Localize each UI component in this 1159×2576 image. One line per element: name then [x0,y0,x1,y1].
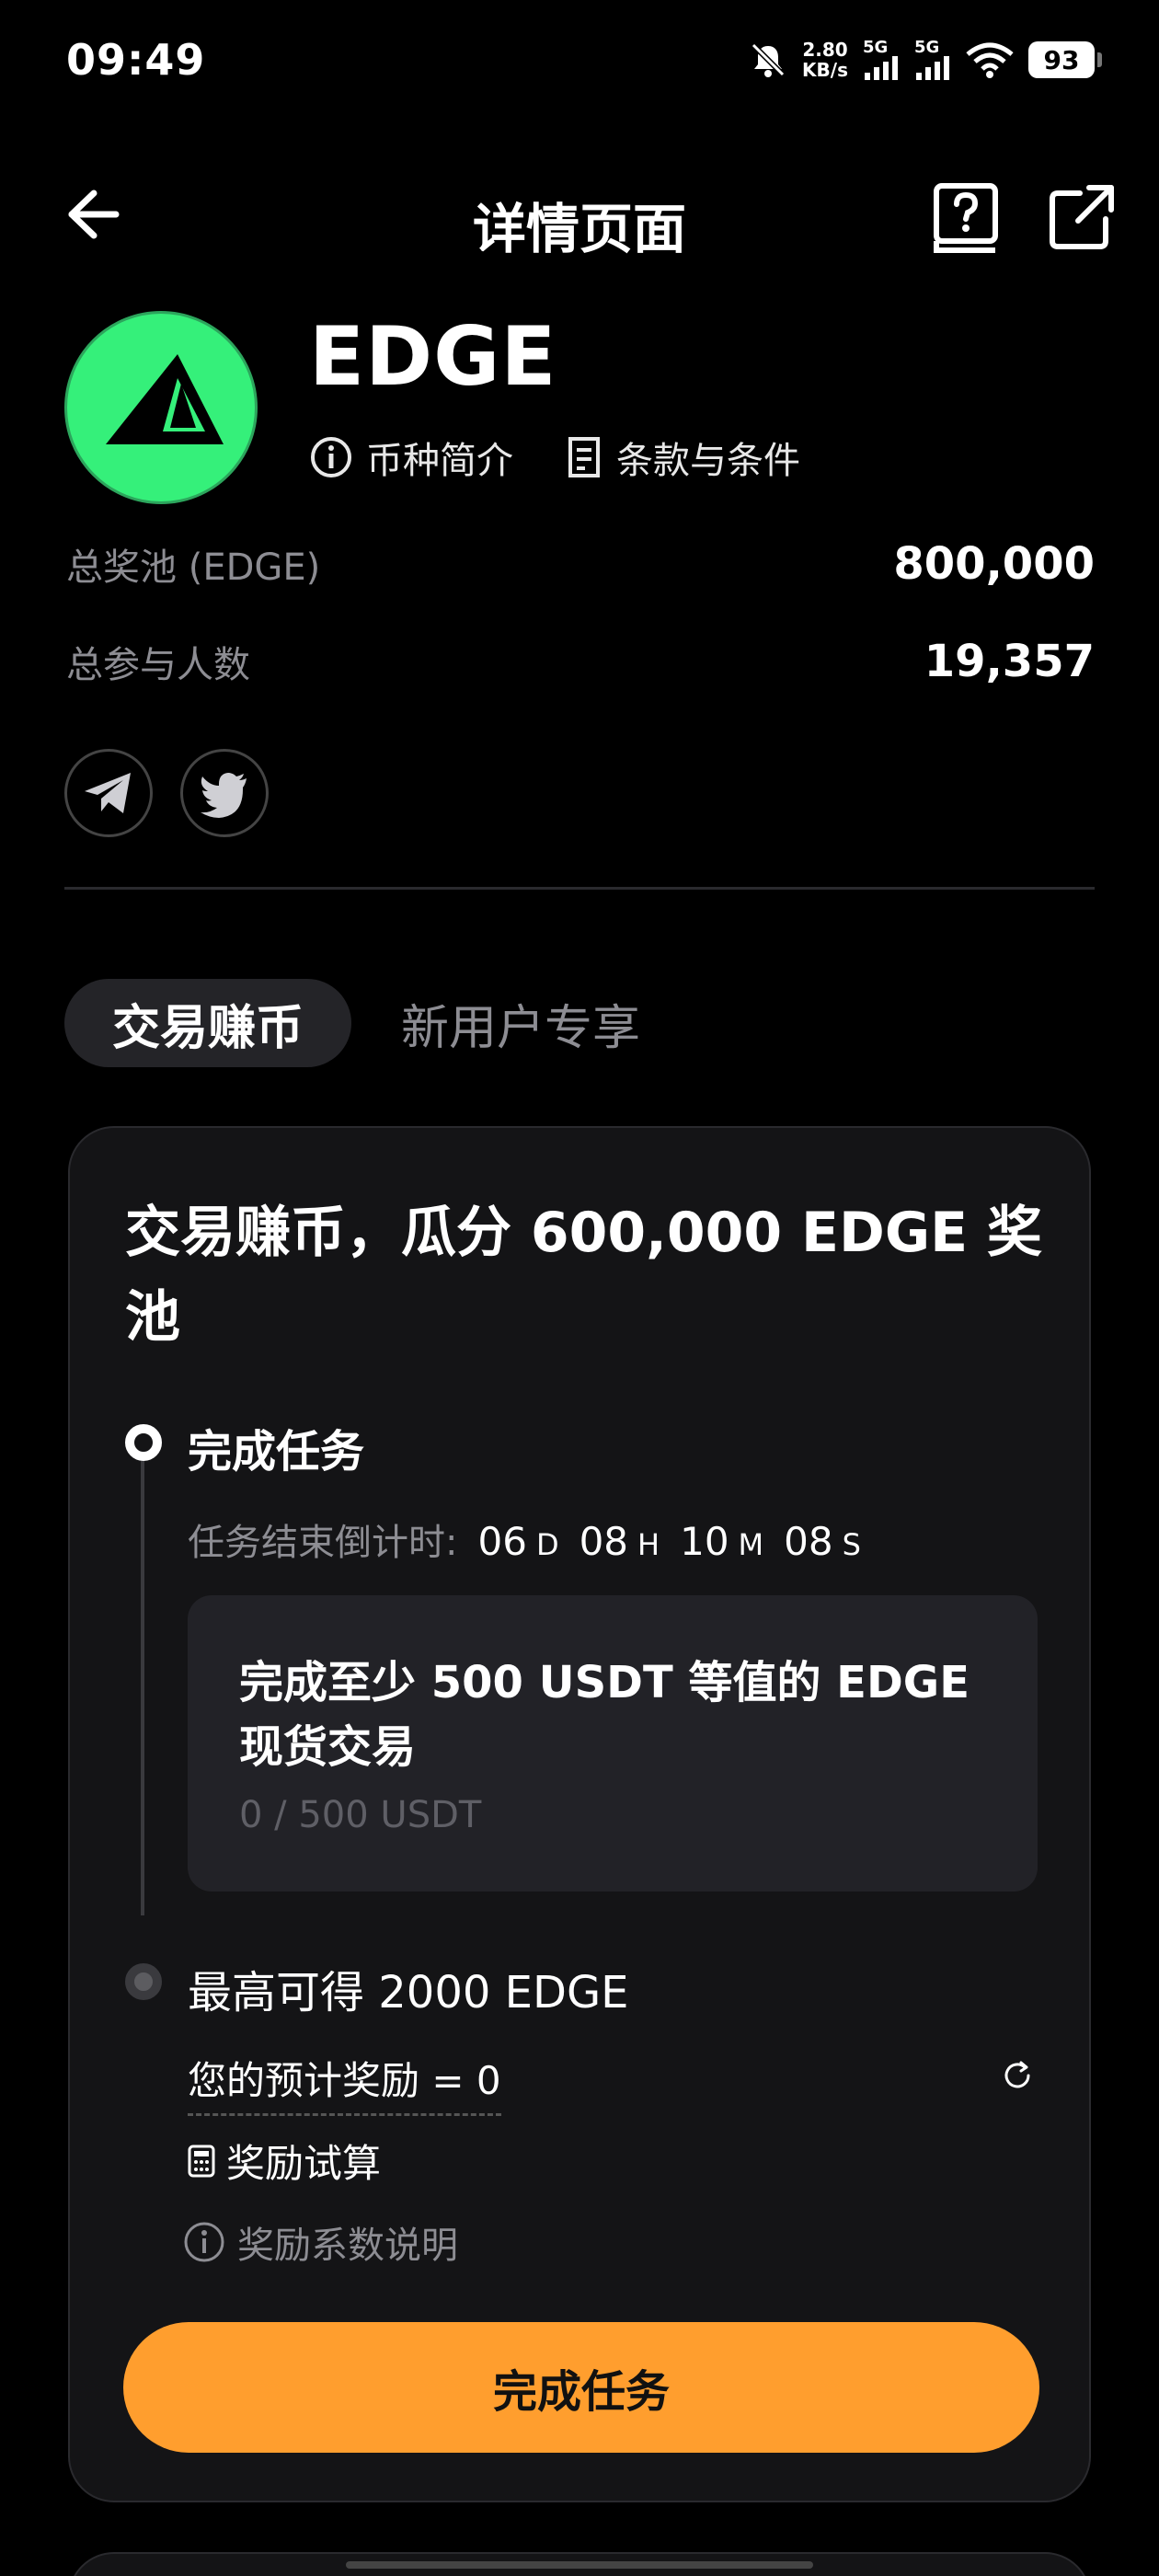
signal-bars-icon [916,56,949,80]
net-speed: 2.80 KB/s [802,40,848,80]
coin-name: EDGE [309,309,557,404]
twitter-button[interactable] [180,749,269,837]
stat-participants: 总参与人数 19,357 [66,635,1095,688]
task-box: 完成至少 500 USDT 等值的 EDGE 现货交易 0 / 500 USDT [188,1595,1038,1892]
signal-sim1: 5G [863,40,900,80]
countdown-days: 06 [477,1519,527,1564]
net-speed-value: 2.80 [802,39,848,61]
reward-factor-label: 奖励系数说明 [237,2225,458,2267]
status-icons: 2.80 KB/s 5G 5G 93 [749,37,1102,83]
complete-task-button[interactable]: 完成任务 [123,2322,1039,2453]
task-description: 完成至少 500 USDT 等值的 EDGE 现货交易 [239,1657,970,1773]
coin-intro-link[interactable]: 币种简介 [309,431,513,484]
estimated-reward[interactable]: 您的预计奖励 = 0 [188,2050,501,2116]
tab-new-user[interactable]: 新用户专享 [401,989,640,1058]
mute-bell-icon [751,42,786,77]
countdown-seconds: 08 [784,1519,833,1564]
countdown-minutes: 10 [680,1519,729,1564]
stat-label: 总参与人数 [66,644,250,686]
sim2-label: 5G [914,38,940,57]
timeline-dot-active [125,1424,162,1461]
countdown-unit: S [842,1527,861,1562]
external-link-icon[interactable] [1047,182,1117,252]
coin-intro-label: 币种简介 [366,440,513,482]
status-time: 09:49 [66,35,206,85]
card-title: 交易赚币，瓜分 600,000 EDGE 奖池 [125,1201,1042,1350]
twitter-icon [201,773,247,818]
social-links [64,749,269,837]
coin-logo [64,311,258,504]
coin-links: 币种简介 条款与条件 [309,431,800,484]
step-title-complete-task: 完成任务 [188,1426,365,1478]
stat-label: 总奖池 (EDGE) [66,546,321,589]
signal-bars-icon [865,56,898,80]
telegram-button[interactable] [64,749,153,837]
tab-bar: 交易赚币 新用户专享 [64,979,640,1067]
timeline-line [141,1455,144,1915]
stat-value: 19,357 [924,636,1095,687]
countdown-hours: 08 [579,1519,629,1564]
stat-total-pool: 总奖池 (EDGE) 800,000 [66,537,1095,591]
help-book-icon[interactable] [931,182,1001,256]
stat-value: 800,000 [893,538,1095,590]
timeline-dot-inactive [125,1963,162,2000]
calculator-icon [188,2145,215,2177]
divider [64,887,1095,890]
countdown-label: 任务结束倒计时: [188,1522,458,1564]
sim1-label: 5G [863,38,889,57]
telegram-icon [85,773,131,813]
countdown: 任务结束倒计时: 06 D 08 H 10 M 08 S [188,1512,861,1566]
battery-indicator: 93 [1028,41,1102,78]
step-title-max-reward: 最高可得 2000 EDGE [188,1967,629,2018]
countdown-unit: D [535,1527,559,1562]
countdown-unit: M [738,1527,764,1562]
info-icon [311,437,351,477]
calculator-label: 奖励试算 [226,2141,382,2186]
terms-link[interactable]: 条款与条件 [565,431,800,484]
countdown-unit: H [637,1527,660,1562]
status-bar: 09:49 2.80 KB/s 5G 5G 93 [0,0,1159,129]
task-card: 交易赚币，瓜分 600,000 EDGE 奖池 完成任务 任务结束倒计时: 06… [68,1126,1091,2502]
reward-factor-link[interactable]: 奖励系数说明 [182,2215,458,2269]
edge-logo-icon [106,354,224,444]
reward-calculator-link[interactable]: 奖励试算 [188,2133,381,2189]
task-progress: 0 / 500 USDT [239,1794,482,1836]
info-icon [184,2222,224,2262]
document-icon [568,437,600,477]
terms-label: 条款与条件 [616,440,800,482]
refresh-icon[interactable] [999,2057,1036,2094]
nav-bar: 详情页面 [0,166,1159,267]
net-speed-unit: KB/s [802,59,848,81]
signal-sim2: 5G [914,40,951,80]
tab-trade-earn[interactable]: 交易赚币 [64,979,352,1067]
wifi-icon [966,42,1014,78]
home-indicator[interactable] [346,2561,813,2569]
